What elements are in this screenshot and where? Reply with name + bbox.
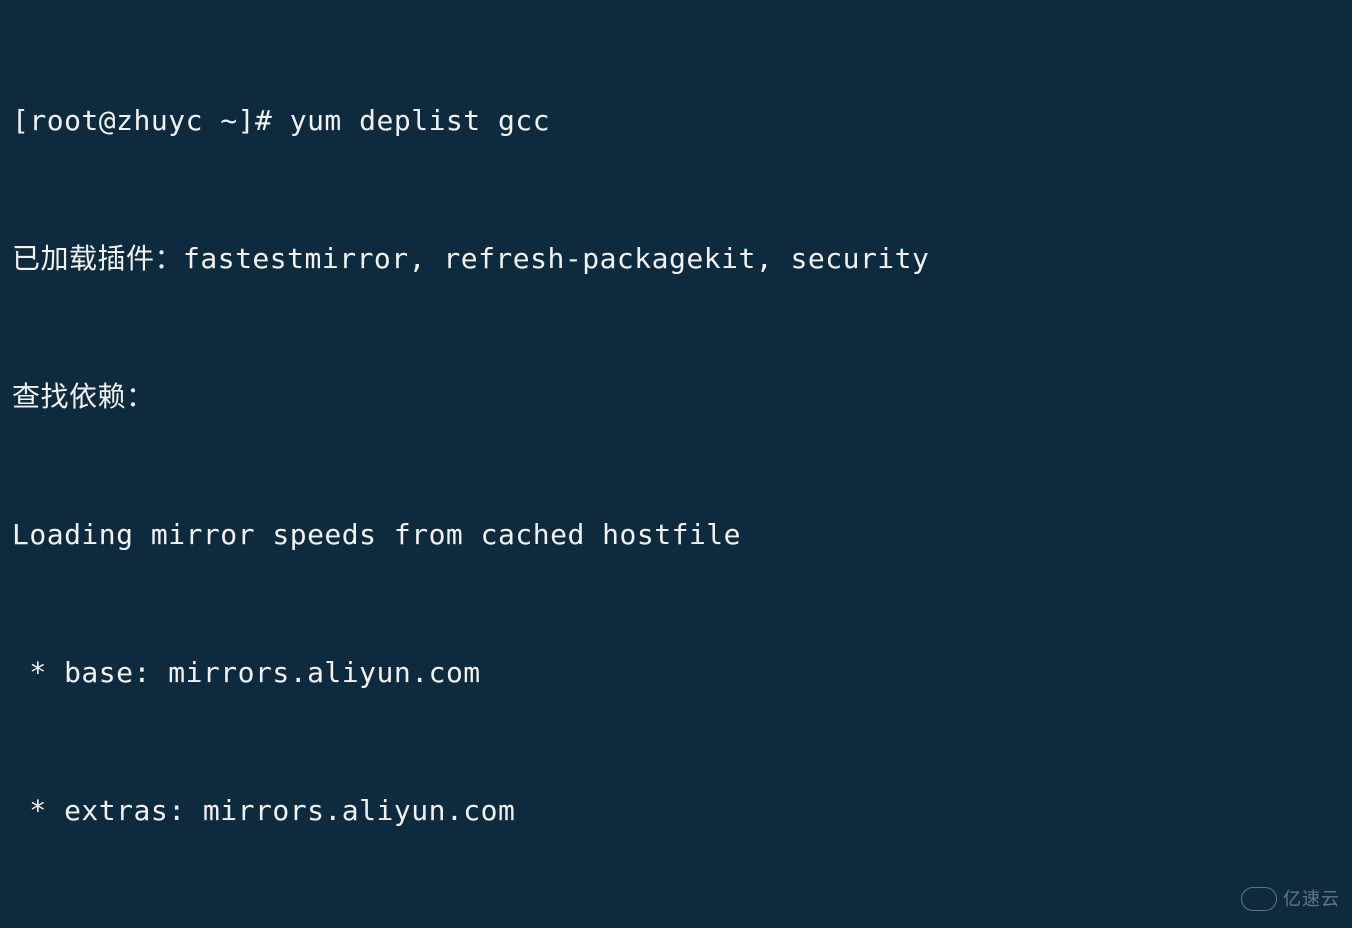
watermark: 亿速云 bbox=[1241, 876, 1340, 922]
terminal-window[interactable]: [root@zhuyc ~]# yum deplist gcc 已加载插件：fa… bbox=[0, 0, 1352, 928]
shell-prompt: [root@zhuyc ~]# bbox=[12, 104, 290, 137]
output-finding-deps: 查找依赖： bbox=[12, 374, 1340, 420]
output-mirror-extras: * extras: mirrors.aliyun.com bbox=[12, 788, 1340, 834]
output-loading-mirror: Loading mirror speeds from cached hostfi… bbox=[12, 512, 1340, 558]
cloud-icon bbox=[1241, 887, 1277, 911]
watermark-text: 亿速云 bbox=[1283, 876, 1340, 922]
shell-command: yum deplist gcc bbox=[290, 104, 550, 137]
command-line: [root@zhuyc ~]# yum deplist gcc bbox=[12, 98, 1340, 144]
output-mirror-base: * base: mirrors.aliyun.com bbox=[12, 650, 1340, 696]
output-plugins: 已加载插件：fastestmirror, refresh-packagekit,… bbox=[12, 236, 1340, 282]
